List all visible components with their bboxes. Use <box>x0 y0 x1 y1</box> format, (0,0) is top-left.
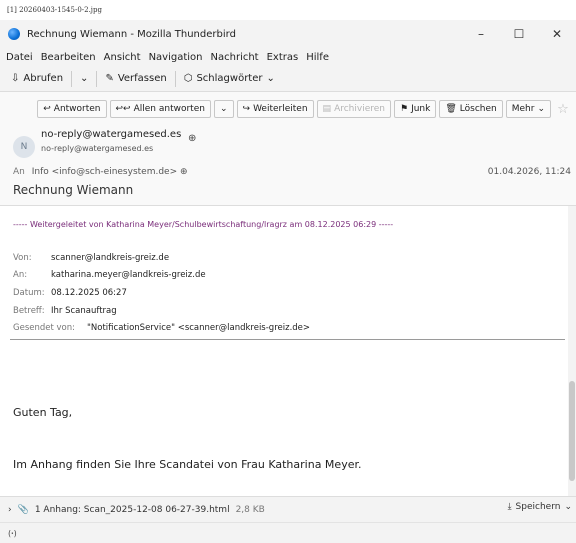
menu-bar: Datei Bearbeiten Ansicht Navigation Nach… <box>0 48 576 66</box>
message-actions: ↩ Antworten ↩↩ Allen antworten ⌄ ↪ Weite… <box>37 100 572 118</box>
reply-button[interactable]: ↩ Antworten <box>37 100 107 118</box>
more-label: Mehr <box>511 104 535 114</box>
toolbar-separator <box>174 70 176 87</box>
chevron-down-icon: ⌄ <box>564 502 572 512</box>
chevron-down-icon: ⌄ <box>266 73 275 84</box>
get-mail-label: Abrufen <box>23 73 64 84</box>
attachment-size: 2,8 KB <box>235 504 265 515</box>
tags-label: Schlagwörter <box>196 73 263 84</box>
avatar: N <box>13 136 35 158</box>
field-label: Gesendet von: <box>13 323 76 333</box>
minimize-button[interactable]: – <box>462 20 500 48</box>
archive-icon: ▤ <box>322 104 332 114</box>
maximize-button[interactable]: ☐ <box>500 20 538 48</box>
attachment-name[interactable]: 1 Anhang: Scan_2025-12-08 06-27-39.html <box>35 505 230 515</box>
reply-all-icon: ↩↩ <box>115 104 131 114</box>
window-title: Rechnung Wiemann - Mozilla Thunderbird <box>27 28 236 40</box>
reply-all-button[interactable]: ↩↩ Allen antworten <box>109 100 211 118</box>
recipient-line: An Info <info@sch-einesystem.de> ⊕ <box>13 167 188 177</box>
menu-bearbeiten[interactable]: Bearbeiten <box>41 52 96 63</box>
field-value: scanner@landkreis-greiz.de <box>51 253 170 263</box>
chevron-down-icon: ⌄ <box>537 104 545 114</box>
status-bar: (ꞏ) <box>0 522 576 543</box>
status-indicator: (ꞏ) <box>8 528 17 538</box>
star-icon[interactable]: ☆ <box>554 100 572 118</box>
save-label: Speichern <box>515 502 561 512</box>
thunderbird-icon <box>8 28 20 40</box>
junk-icon: ⚑ <box>399 104 409 114</box>
reply-label: Antworten <box>53 104 101 114</box>
archive-label: Archivieren <box>334 104 385 114</box>
menu-hilfe[interactable]: Hilfe <box>306 52 329 63</box>
main-toolbar: ⇩ Abrufen ⌄ ✎ Verfassen ⬡ Schlagwörter ⌄ <box>0 66 576 92</box>
to-label: An <box>13 167 25 177</box>
toolbar-separator <box>96 70 98 87</box>
menu-ansicht[interactable]: Ansicht <box>104 52 141 63</box>
trash-icon: 🗑 <box>445 104 457 114</box>
compose-button[interactable]: ✎ Verfassen <box>100 69 171 89</box>
message-date: 01.04.2026, 11:24 <box>487 167 571 177</box>
forward-button[interactable]: ↪ Weiterleiten <box>236 100 314 118</box>
expand-chevron-icon[interactable]: › <box>8 505 12 515</box>
menu-navigation[interactable]: Navigation <box>149 52 203 63</box>
junk-label: Junk <box>411 104 431 114</box>
toolbar-separator <box>71 70 73 87</box>
message-body: ----- Weitergeleitet von Katharina Meyer… <box>0 206 568 496</box>
contact-add-icon[interactable]: ⊕ <box>180 167 188 177</box>
body-paragraph: Im Anhang finden Sie Ihre Scandatei von … <box>13 458 362 471</box>
reply-all-label: Allen antworten <box>133 104 205 114</box>
field-value: katharina.meyer@landkreis-greiz.de <box>51 270 206 280</box>
compose-label: Verfassen <box>117 73 167 84</box>
field-value: "NotificationService" <scanner@landkreis… <box>87 323 311 333</box>
pencil-icon: ✎ <box>105 73 114 84</box>
greeting: Guten Tag, <box>13 406 73 419</box>
field-label: Betreff: <box>13 306 45 316</box>
tags-button[interactable]: ⬡ Schlagwörter ⌄ <box>179 69 280 89</box>
close-button[interactable]: ✕ <box>538 20 576 48</box>
chevron-down-icon: ⌄ <box>80 73 89 84</box>
field-label: Von: <box>13 253 32 263</box>
message-header: ↩ Antworten ↩↩ Allen antworten ⌄ ↪ Weite… <box>0 92 576 206</box>
message-subject: Rechnung Wiemann <box>13 183 134 197</box>
save-icon: ⤓ <box>507 502 512 512</box>
scrollbar[interactable] <box>568 206 576 496</box>
delete-label: Löschen <box>459 104 497 114</box>
paperclip-icon: 📎 <box>17 504 29 515</box>
forward-label: Weiterleiten <box>253 104 308 114</box>
get-mail-dropdown[interactable]: ⌄ <box>75 69 93 89</box>
field-value: Ihr Scanauftrag <box>51 306 117 316</box>
chevron-down-icon: ⌄ <box>219 104 228 114</box>
title-bar: Rechnung Wiemann - Mozilla Thunderbird –… <box>0 20 576 48</box>
forward-icon: ↪ <box>242 104 251 114</box>
forward-header: ----- Weitergeleitet von Katharina Meyer… <box>13 220 394 229</box>
scrollbar-thumb[interactable] <box>569 381 575 481</box>
recipient-value[interactable]: Info <info@sch-einesystem.de> <box>32 167 177 177</box>
junk-button[interactable]: ⚑ Junk <box>393 100 437 118</box>
menu-datei[interactable]: Datei <box>6 52 33 63</box>
divider <box>10 339 565 340</box>
more-button[interactable]: Mehr ⌄ <box>505 100 551 118</box>
download-icon: ⇩ <box>11 73 20 84</box>
delete-button[interactable]: 🗑 Löschen <box>439 100 503 118</box>
save-button[interactable]: ⤓ Speichern ⌄ <box>508 502 572 512</box>
tag-icon: ⬡ <box>183 73 193 84</box>
sender-address: no-reply@watergamesed.es <box>41 144 154 153</box>
get-mail-button[interactable]: ⇩ Abrufen <box>6 69 68 89</box>
sender-name[interactable]: no-reply@watergamesed.es <box>41 129 181 140</box>
reply-icon: ↩ <box>43 104 51 114</box>
attachment-bar: › 📎 1 Anhang: Scan_2025-12-08 06-27-39.h… <box>0 496 576 522</box>
field-label: Datum: <box>13 288 45 298</box>
file-label: [1] 20260403-1545-0-2.jpg <box>0 0 576 20</box>
contact-add-icon[interactable]: ⊕ <box>188 133 196 144</box>
menu-extras[interactable]: Extras <box>267 52 299 63</box>
reply-dropdown[interactable]: ⌄ <box>213 100 234 118</box>
menu-nachricht[interactable]: Nachricht <box>211 52 259 63</box>
field-label: An: <box>13 270 28 280</box>
archive-button[interactable]: ▤ Archivieren <box>316 100 391 118</box>
field-value: 08.12.2025 06:27 <box>51 288 127 298</box>
